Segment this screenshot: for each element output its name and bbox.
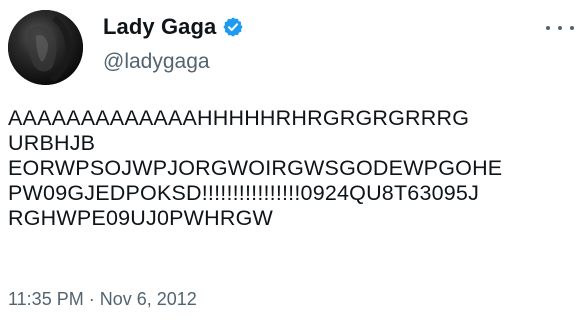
more-dot bbox=[558, 26, 562, 30]
tweet-timestamp[interactable]: 11:35 PM · Nov 6, 2012 bbox=[8, 287, 197, 311]
tweet-text: AAAAAAAAAAAAAHHHHHRHRGRGRGRRRG URBHJB EO… bbox=[8, 106, 583, 231]
tweet-card: Lady Gaga @ladygaga AAAAAAAAAAAAAHHHHHRH… bbox=[0, 0, 588, 321]
display-name[interactable]: Lady Gaga bbox=[103, 12, 216, 42]
tweet-text-line: EORWPSOJWPJORGWOIRGWSGODEWPGOHE bbox=[8, 156, 503, 180]
more-options-icon[interactable] bbox=[546, 18, 574, 38]
tweet-text-line: URBHJB bbox=[8, 131, 96, 155]
tweet-text-line: AAAAAAAAAAAAAHHHHHRHRGRGRGRRRG bbox=[8, 106, 470, 130]
tweet-text-line: PW09GJEDPOKSD!!!!!!!!!!!!!!!!0924QU8T630… bbox=[8, 181, 480, 205]
avatar-image bbox=[8, 10, 83, 85]
tweet-text-line: RGHWPE09UJ0PWHRGW bbox=[8, 206, 274, 230]
name-row: Lady Gaga bbox=[103, 12, 244, 42]
avatar[interactable] bbox=[8, 10, 83, 85]
verified-badge-icon bbox=[222, 16, 244, 38]
more-dot bbox=[546, 26, 550, 30]
more-dot bbox=[570, 26, 574, 30]
tweet-header: Lady Gaga @ladygaga bbox=[103, 12, 244, 76]
user-handle[interactable]: @ladygaga bbox=[103, 48, 244, 76]
